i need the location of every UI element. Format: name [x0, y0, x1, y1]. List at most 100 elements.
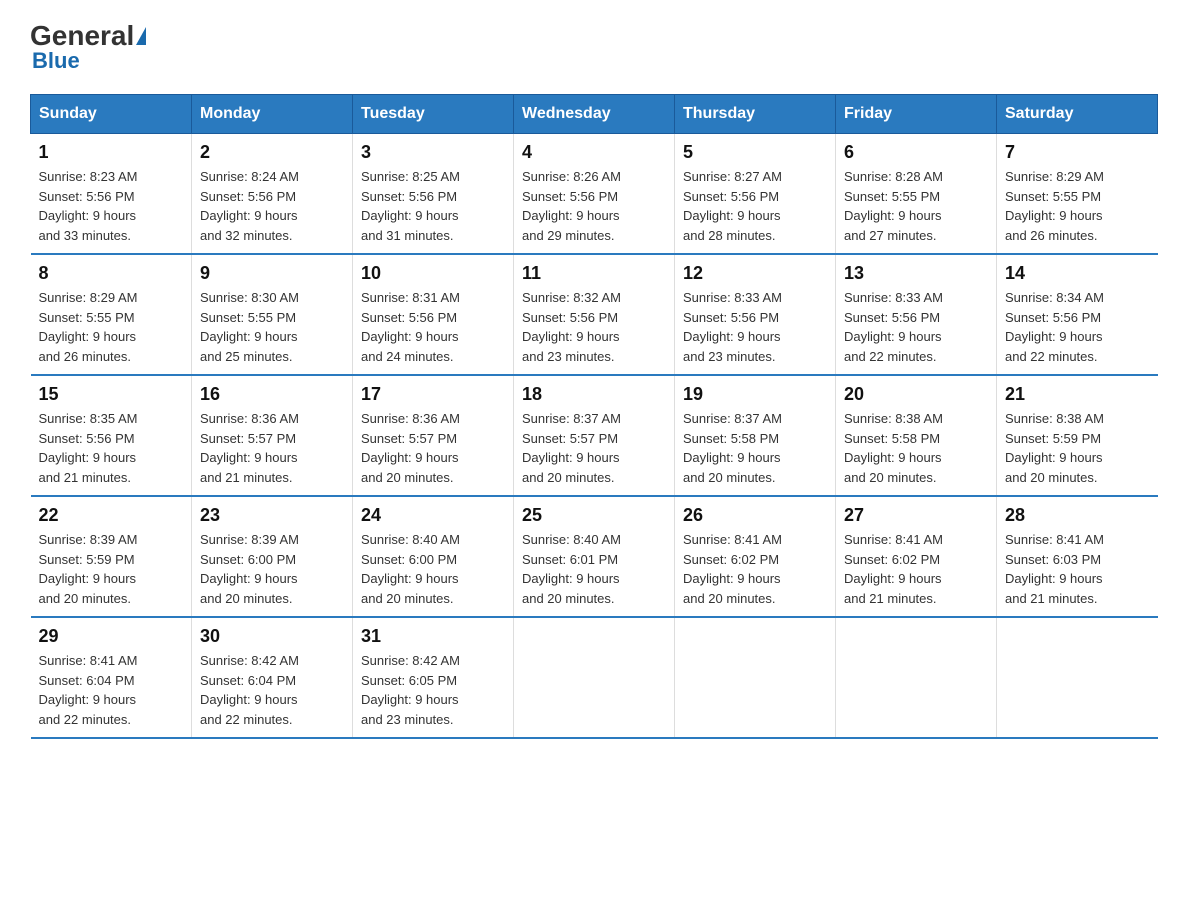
- calendar-week-row: 22 Sunrise: 8:39 AMSunset: 5:59 PMDaylig…: [31, 496, 1158, 617]
- day-number: 17: [361, 384, 505, 405]
- day-number: 8: [39, 263, 184, 284]
- day-info: Sunrise: 8:32 AMSunset: 5:56 PMDaylight:…: [522, 290, 621, 364]
- day-info: Sunrise: 8:23 AMSunset: 5:56 PMDaylight:…: [39, 169, 138, 243]
- day-number: 3: [361, 142, 505, 163]
- day-of-week-thursday: Thursday: [675, 95, 836, 134]
- day-number: 13: [844, 263, 988, 284]
- day-info: Sunrise: 8:36 AMSunset: 5:57 PMDaylight:…: [361, 411, 460, 485]
- calendar-cell: 25 Sunrise: 8:40 AMSunset: 6:01 PMDaylig…: [514, 496, 675, 617]
- day-number: 27: [844, 505, 988, 526]
- day-number: 18: [522, 384, 666, 405]
- day-info: Sunrise: 8:37 AMSunset: 5:57 PMDaylight:…: [522, 411, 621, 485]
- day-number: 31: [361, 626, 505, 647]
- day-number: 30: [200, 626, 344, 647]
- day-of-week-saturday: Saturday: [997, 95, 1158, 134]
- day-number: 22: [39, 505, 184, 526]
- day-number: 2: [200, 142, 344, 163]
- day-info: Sunrise: 8:39 AMSunset: 5:59 PMDaylight:…: [39, 532, 138, 606]
- calendar-cell: 6 Sunrise: 8:28 AMSunset: 5:55 PMDayligh…: [836, 134, 997, 255]
- calendar-cell: [514, 617, 675, 738]
- day-info: Sunrise: 8:31 AMSunset: 5:56 PMDaylight:…: [361, 290, 460, 364]
- page-header: General Blue: [30, 20, 1158, 74]
- logo-triangle-icon: [136, 27, 146, 45]
- calendar-cell: 20 Sunrise: 8:38 AMSunset: 5:58 PMDaylig…: [836, 375, 997, 496]
- calendar-cell: 31 Sunrise: 8:42 AMSunset: 6:05 PMDaylig…: [353, 617, 514, 738]
- calendar-week-row: 15 Sunrise: 8:35 AMSunset: 5:56 PMDaylig…: [31, 375, 1158, 496]
- day-info: Sunrise: 8:33 AMSunset: 5:56 PMDaylight:…: [844, 290, 943, 364]
- day-info: Sunrise: 8:42 AMSunset: 6:04 PMDaylight:…: [200, 653, 299, 727]
- day-number: 23: [200, 505, 344, 526]
- day-of-week-sunday: Sunday: [31, 95, 192, 134]
- day-number: 10: [361, 263, 505, 284]
- day-info: Sunrise: 8:25 AMSunset: 5:56 PMDaylight:…: [361, 169, 460, 243]
- day-info: Sunrise: 8:36 AMSunset: 5:57 PMDaylight:…: [200, 411, 299, 485]
- day-number: 9: [200, 263, 344, 284]
- calendar-cell: 29 Sunrise: 8:41 AMSunset: 6:04 PMDaylig…: [31, 617, 192, 738]
- calendar-cell: 12 Sunrise: 8:33 AMSunset: 5:56 PMDaylig…: [675, 254, 836, 375]
- calendar-cell: 26 Sunrise: 8:41 AMSunset: 6:02 PMDaylig…: [675, 496, 836, 617]
- day-info: Sunrise: 8:37 AMSunset: 5:58 PMDaylight:…: [683, 411, 782, 485]
- day-info: Sunrise: 8:27 AMSunset: 5:56 PMDaylight:…: [683, 169, 782, 243]
- day-number: 20: [844, 384, 988, 405]
- day-info: Sunrise: 8:39 AMSunset: 6:00 PMDaylight:…: [200, 532, 299, 606]
- calendar-table: SundayMondayTuesdayWednesdayThursdayFrid…: [30, 94, 1158, 739]
- day-number: 25: [522, 505, 666, 526]
- day-info: Sunrise: 8:38 AMSunset: 5:59 PMDaylight:…: [1005, 411, 1104, 485]
- day-number: 15: [39, 384, 184, 405]
- day-info: Sunrise: 8:40 AMSunset: 6:00 PMDaylight:…: [361, 532, 460, 606]
- calendar-cell: 18 Sunrise: 8:37 AMSunset: 5:57 PMDaylig…: [514, 375, 675, 496]
- day-number: 12: [683, 263, 827, 284]
- day-number: 7: [1005, 142, 1150, 163]
- day-info: Sunrise: 8:26 AMSunset: 5:56 PMDaylight:…: [522, 169, 621, 243]
- calendar-cell: 23 Sunrise: 8:39 AMSunset: 6:00 PMDaylig…: [192, 496, 353, 617]
- day-number: 16: [200, 384, 344, 405]
- calendar-cell: 28 Sunrise: 8:41 AMSunset: 6:03 PMDaylig…: [997, 496, 1158, 617]
- calendar-cell: 19 Sunrise: 8:37 AMSunset: 5:58 PMDaylig…: [675, 375, 836, 496]
- calendar-cell: 14 Sunrise: 8:34 AMSunset: 5:56 PMDaylig…: [997, 254, 1158, 375]
- day-number: 19: [683, 384, 827, 405]
- calendar-cell: 13 Sunrise: 8:33 AMSunset: 5:56 PMDaylig…: [836, 254, 997, 375]
- day-info: Sunrise: 8:41 AMSunset: 6:02 PMDaylight:…: [683, 532, 782, 606]
- logo-blue-text: Blue: [32, 48, 80, 74]
- calendar-cell: 9 Sunrise: 8:30 AMSunset: 5:55 PMDayligh…: [192, 254, 353, 375]
- day-info: Sunrise: 8:28 AMSunset: 5:55 PMDaylight:…: [844, 169, 943, 243]
- calendar-cell: 22 Sunrise: 8:39 AMSunset: 5:59 PMDaylig…: [31, 496, 192, 617]
- calendar-cell: [675, 617, 836, 738]
- day-of-week-tuesday: Tuesday: [353, 95, 514, 134]
- day-number: 21: [1005, 384, 1150, 405]
- day-of-week-friday: Friday: [836, 95, 997, 134]
- calendar-cell: 2 Sunrise: 8:24 AMSunset: 5:56 PMDayligh…: [192, 134, 353, 255]
- day-info: Sunrise: 8:40 AMSunset: 6:01 PMDaylight:…: [522, 532, 621, 606]
- day-number: 29: [39, 626, 184, 647]
- calendar-cell: 11 Sunrise: 8:32 AMSunset: 5:56 PMDaylig…: [514, 254, 675, 375]
- day-info: Sunrise: 8:41 AMSunset: 6:04 PMDaylight:…: [39, 653, 138, 727]
- day-number: 4: [522, 142, 666, 163]
- day-info: Sunrise: 8:41 AMSunset: 6:03 PMDaylight:…: [1005, 532, 1104, 606]
- calendar-cell: [997, 617, 1158, 738]
- day-info: Sunrise: 8:24 AMSunset: 5:56 PMDaylight:…: [200, 169, 299, 243]
- day-number: 1: [39, 142, 184, 163]
- day-info: Sunrise: 8:29 AMSunset: 5:55 PMDaylight:…: [39, 290, 138, 364]
- day-number: 28: [1005, 505, 1150, 526]
- calendar-cell: 8 Sunrise: 8:29 AMSunset: 5:55 PMDayligh…: [31, 254, 192, 375]
- calendar-cell: 1 Sunrise: 8:23 AMSunset: 5:56 PMDayligh…: [31, 134, 192, 255]
- calendar-header-row: SundayMondayTuesdayWednesdayThursdayFrid…: [31, 95, 1158, 134]
- calendar-week-row: 1 Sunrise: 8:23 AMSunset: 5:56 PMDayligh…: [31, 134, 1158, 255]
- day-of-week-wednesday: Wednesday: [514, 95, 675, 134]
- calendar-week-row: 8 Sunrise: 8:29 AMSunset: 5:55 PMDayligh…: [31, 254, 1158, 375]
- calendar-cell: 24 Sunrise: 8:40 AMSunset: 6:00 PMDaylig…: [353, 496, 514, 617]
- day-number: 24: [361, 505, 505, 526]
- day-number: 11: [522, 263, 666, 284]
- calendar-cell: 16 Sunrise: 8:36 AMSunset: 5:57 PMDaylig…: [192, 375, 353, 496]
- calendar-cell: 10 Sunrise: 8:31 AMSunset: 5:56 PMDaylig…: [353, 254, 514, 375]
- day-info: Sunrise: 8:29 AMSunset: 5:55 PMDaylight:…: [1005, 169, 1104, 243]
- logo: General Blue: [30, 20, 148, 74]
- day-number: 5: [683, 142, 827, 163]
- calendar-cell: 3 Sunrise: 8:25 AMSunset: 5:56 PMDayligh…: [353, 134, 514, 255]
- day-info: Sunrise: 8:41 AMSunset: 6:02 PMDaylight:…: [844, 532, 943, 606]
- calendar-cell: 7 Sunrise: 8:29 AMSunset: 5:55 PMDayligh…: [997, 134, 1158, 255]
- day-info: Sunrise: 8:33 AMSunset: 5:56 PMDaylight:…: [683, 290, 782, 364]
- calendar-cell: 4 Sunrise: 8:26 AMSunset: 5:56 PMDayligh…: [514, 134, 675, 255]
- day-info: Sunrise: 8:30 AMSunset: 5:55 PMDaylight:…: [200, 290, 299, 364]
- calendar-cell: 17 Sunrise: 8:36 AMSunset: 5:57 PMDaylig…: [353, 375, 514, 496]
